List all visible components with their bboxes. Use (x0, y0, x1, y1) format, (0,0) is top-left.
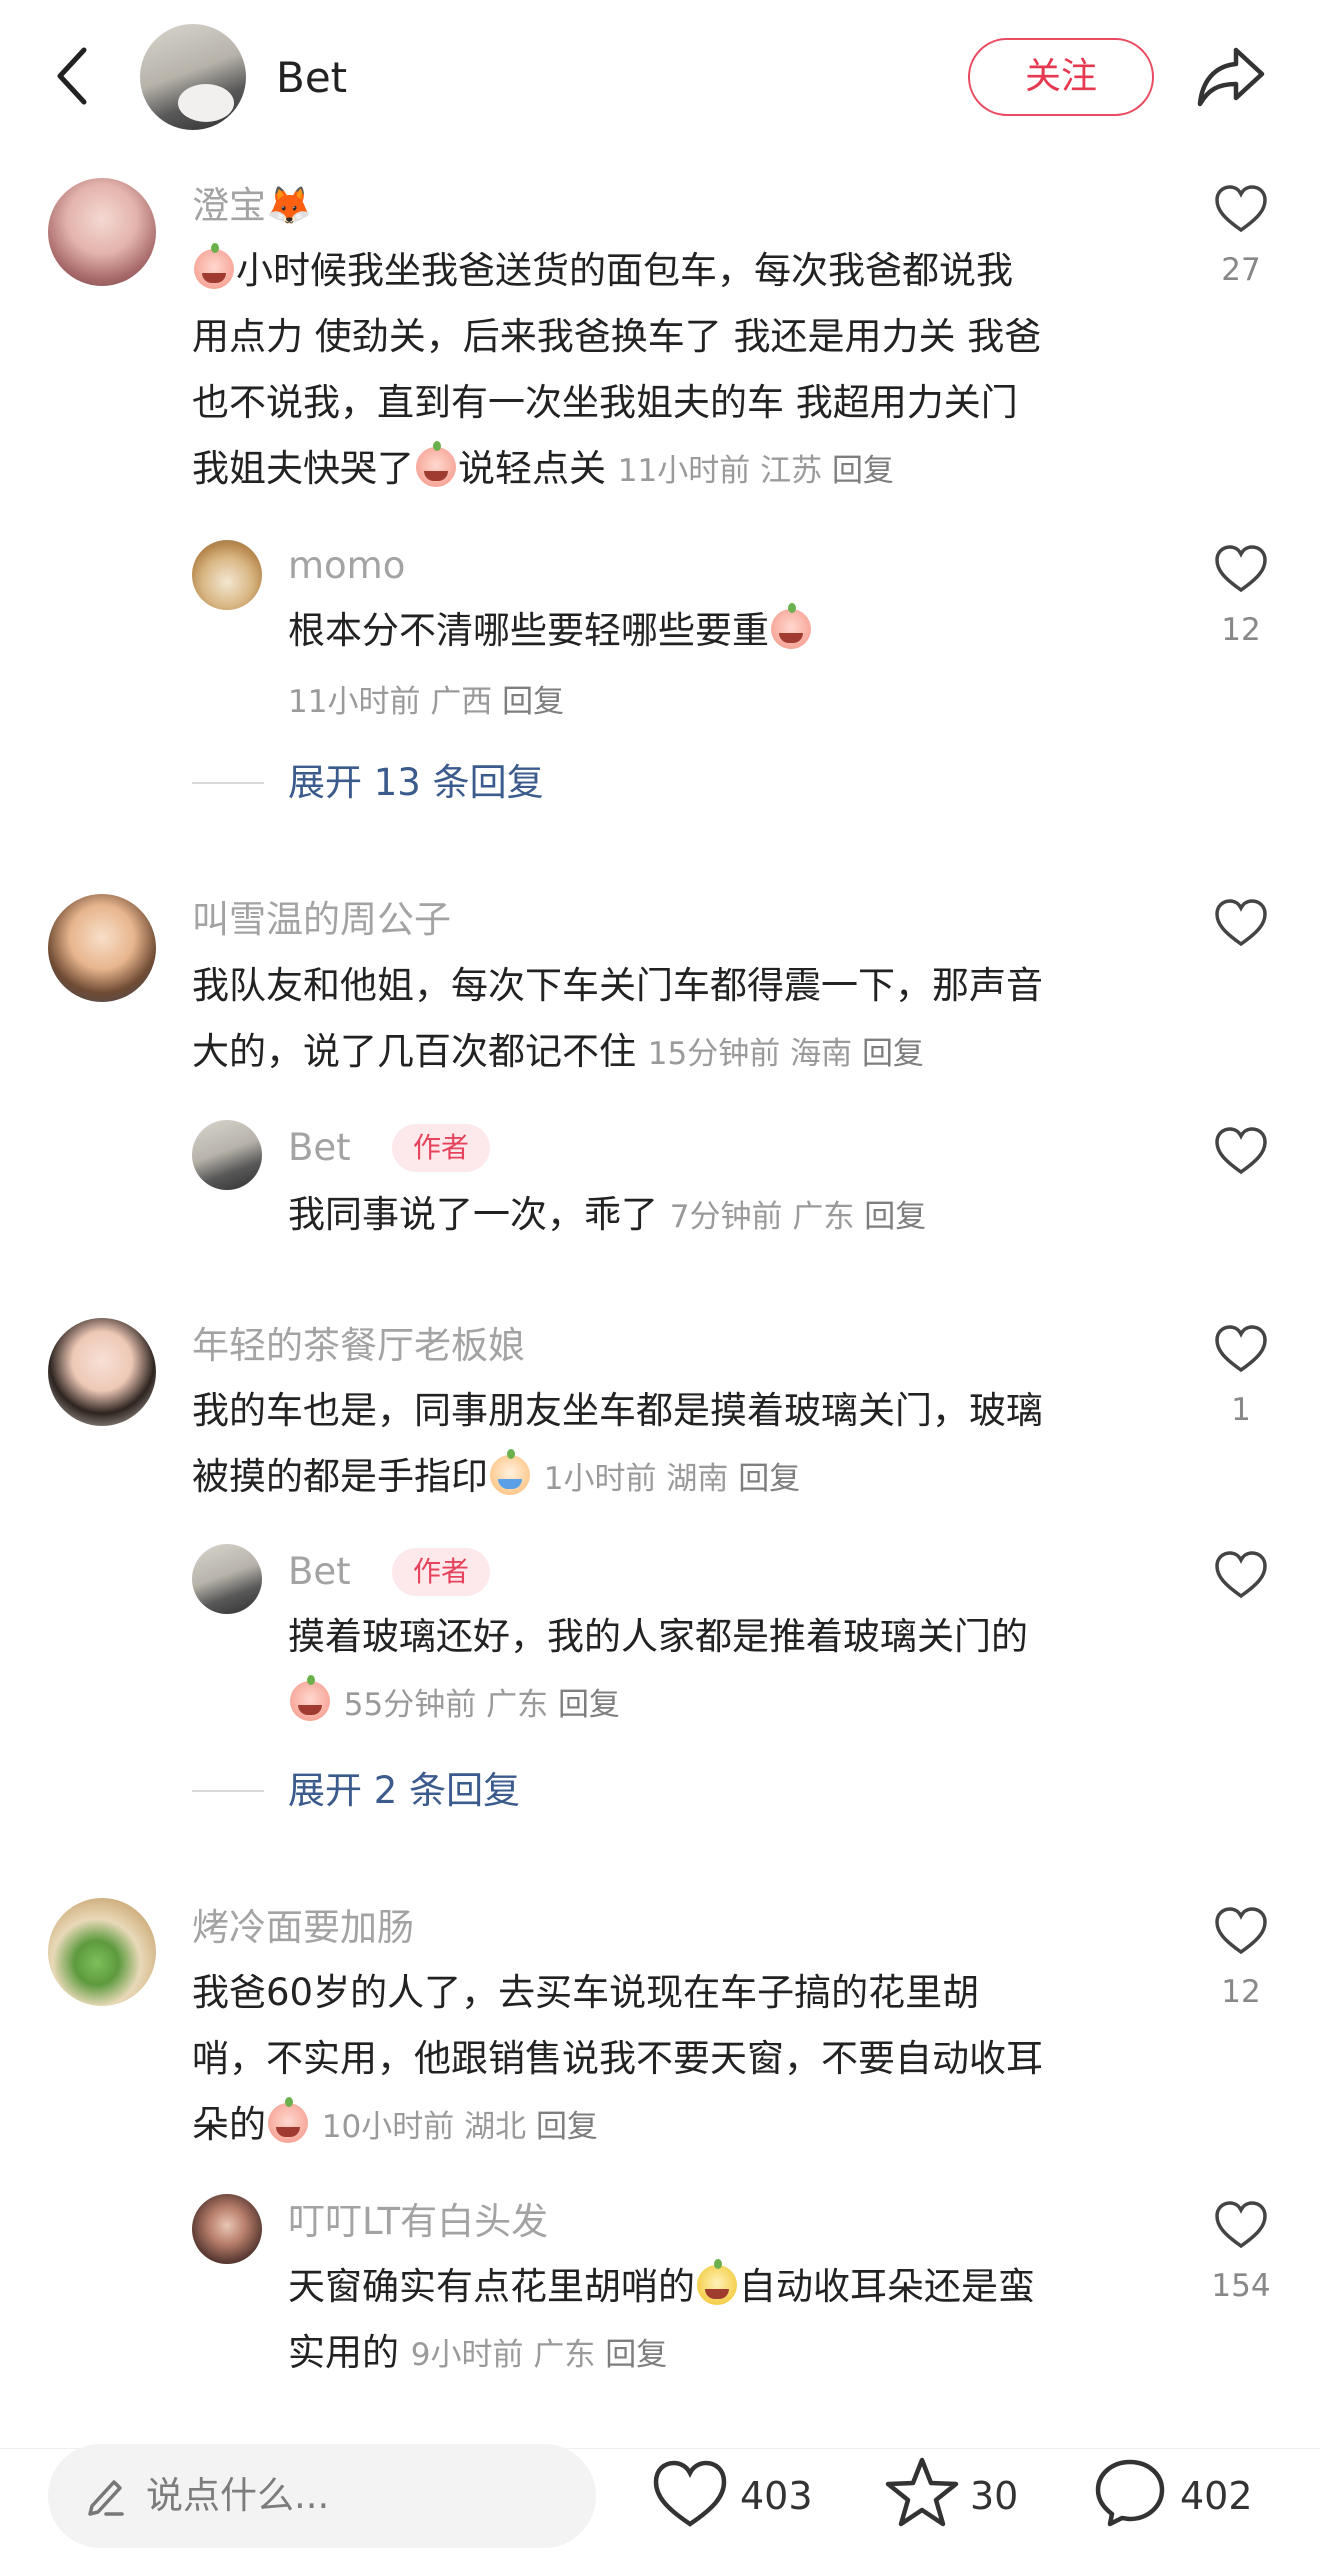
heart-icon[interactable] (1214, 1906, 1268, 1956)
author-name[interactable]: Bet (276, 50, 347, 106)
comment-text: 我的车也是，同事朋友坐车都是摸着玻璃关门，玻璃 被摸的都是手指印 1小时前 湖南… (192, 1389, 1043, 1498)
reply-avatar[interactable] (192, 1544, 262, 1614)
like-count: 12 (1221, 612, 1261, 648)
reply-button[interactable]: 回复 (864, 1199, 926, 1235)
heart-icon[interactable] (1214, 1550, 1268, 1600)
emoji-icon (290, 1675, 330, 1721)
reply-meta: 11小时前 广西 回复 (288, 684, 565, 720)
commenter-name[interactable]: 烤冷面要加肠 (192, 1904, 414, 1952)
reply-meta: 7分钟前 广东 回复 (669, 1199, 927, 1235)
follow-button[interactable]: 关注 (968, 38, 1154, 116)
commenter-avatar[interactable] (48, 1318, 156, 1426)
like-count: 27 (1221, 252, 1261, 288)
commenter-name[interactable]: 澄宝🦊 (192, 182, 312, 230)
comment-icon[interactable] (1092, 2456, 1168, 2528)
like-count: 12 (1221, 1974, 1261, 2010)
like-count: 154 (1211, 2268, 1271, 2304)
comment-meta: 11小时前 江苏 回复 (617, 453, 894, 489)
like-count: 403 (740, 2474, 813, 2518)
comment-text: 我爸60岁的人了，去买车说现在车子搞的花里胡 哨，不实用，他跟销售说我不要天窗，… (192, 1971, 1043, 2146)
divider (192, 782, 264, 784)
emoji-icon (194, 243, 234, 289)
author-badge: 作者 (392, 1548, 490, 1596)
comment-count: 402 (1180, 2474, 1253, 2518)
reply-name[interactable]: 叮叮LT有白头发 (288, 2198, 548, 2246)
share-icon[interactable] (1196, 44, 1266, 108)
pencil-icon (88, 2480, 124, 2516)
commenter-name[interactable]: 叫雪温的周公子 (192, 896, 451, 944)
reply-text: 我同事说了一次，乖了 7分钟前 广东 回复 (288, 1193, 927, 1236)
reply-button[interactable]: 回复 (605, 2337, 667, 2373)
reply-text: 根本分不清哪些要轻哪些要重 (288, 598, 1148, 664)
heart-icon[interactable] (1214, 184, 1268, 234)
reply-button[interactable]: 回复 (832, 453, 894, 489)
author-badge: 作者 (392, 1124, 490, 1172)
commenter-name[interactable]: 年轻的茶餐厅老板娘 (192, 1322, 525, 1370)
reply-avatar[interactable] (192, 540, 262, 610)
author-avatar[interactable] (140, 24, 246, 130)
expand-replies[interactable]: 展开 2 条回复 (288, 1766, 520, 1816)
reply-button[interactable]: 回复 (862, 1036, 924, 1072)
heart-icon[interactable] (1214, 1324, 1268, 1374)
heart-icon[interactable] (1214, 898, 1268, 948)
heart-icon[interactable] (1214, 2200, 1268, 2250)
reply-text: 摸着玻璃还好，我的人家都是推着玻璃关门的 55分钟前 广东 回复 (288, 1615, 1028, 1723)
heart-icon[interactable] (1214, 544, 1268, 594)
reply-avatar[interactable] (192, 1120, 262, 1190)
like-icon[interactable] (652, 2458, 728, 2530)
star-count: 30 (970, 2474, 1019, 2518)
emoji-icon (268, 2097, 308, 2143)
reply-name[interactable]: Bet (288, 1548, 351, 1596)
comment-meta: 15分钟前 海南 回复 (647, 1036, 924, 1072)
comment-text: 我队友和他姐，每次下车关门车都得震一下，那声音 大的，说了几百次都记不住 15分… (192, 964, 1043, 1073)
commenter-avatar[interactable] (48, 178, 156, 286)
star-icon[interactable] (884, 2456, 960, 2528)
comment-text: 小时候我坐我爸送货的面包车，每次我爸都说我 用点力 使劲关，后来我爸换车了 我还… (192, 243, 1042, 490)
emoji-icon (697, 2259, 737, 2305)
reply-button[interactable]: 回复 (558, 1687, 620, 1723)
comment-meta: 1小时前 湖南 回复 (543, 1461, 801, 1497)
expand-replies[interactable]: 展开 13 条回复 (288, 758, 544, 808)
reply-meta: 9小时前 广东 回复 (410, 2337, 668, 2373)
reply-button[interactable]: 回复 (536, 2109, 598, 2145)
reply-avatar[interactable] (192, 2194, 262, 2264)
reply-meta: 55分钟前 广东 回复 (343, 1687, 620, 1723)
reply-button[interactable]: 回复 (502, 684, 564, 720)
reply-button[interactable]: 回复 (738, 1461, 800, 1497)
like-count: 1 (1231, 1392, 1251, 1428)
emoji-icon (416, 441, 456, 487)
reply-name[interactable]: momo (288, 542, 405, 590)
divider (192, 1790, 264, 1792)
comment-meta: 10小时前 湖北 回复 (321, 2109, 598, 2145)
emoji-icon (771, 603, 811, 649)
reply-text: 天窗确实有点花里胡哨的 自动收耳朵还是蛮 实用的 9小时前 广东 回复 (288, 2259, 1035, 2374)
commenter-avatar[interactable] (48, 894, 156, 1002)
emoji-icon (490, 1449, 530, 1495)
heart-icon[interactable] (1214, 1126, 1268, 1176)
commenter-avatar[interactable] (48, 1898, 156, 2006)
back-arrow-icon[interactable] (52, 44, 92, 108)
comment-input-placeholder[interactable]: 说点什么... (146, 2466, 329, 2526)
reply-name[interactable]: Bet (288, 1124, 351, 1172)
